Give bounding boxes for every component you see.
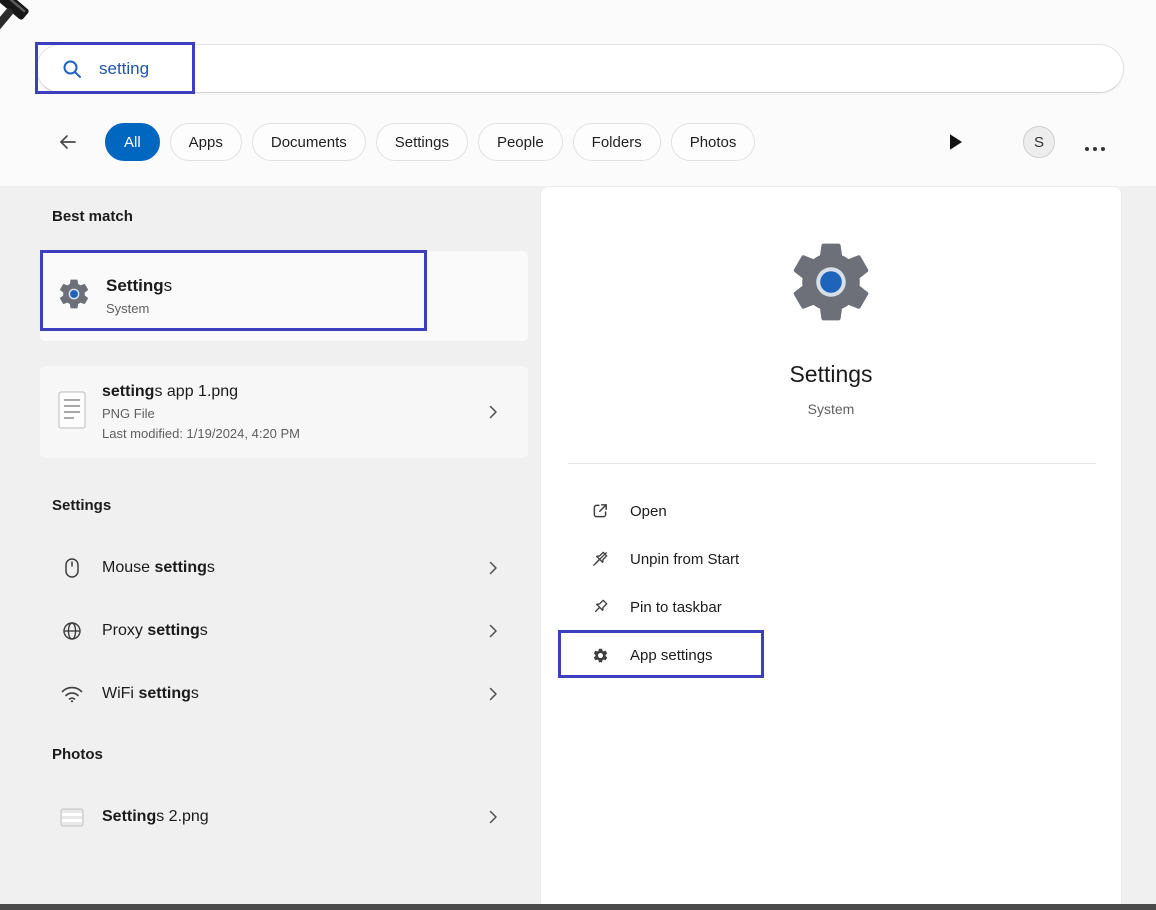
tab-documents[interactable]: Documents [251, 123, 366, 161]
action-label: Open [630, 502, 667, 520]
photos-section-heading: Photos [52, 746, 103, 763]
preview-panel: Settings System Open Unpin from Start Pi… [540, 186, 1122, 904]
result-label: Proxy settings [102, 622, 208, 639]
chevron-right-icon[interactable] [488, 623, 498, 639]
action-unpin-from-start[interactable]: Unpin from Start [569, 535, 1093, 583]
image-file-icon [60, 808, 84, 827]
back-button[interactable] [56, 130, 80, 154]
filter-bar: All Apps Documents Settings People Folde… [0, 120, 1156, 164]
action-open[interactable]: Open [569, 487, 1093, 535]
action-list: Open Unpin from Start Pin to taskbar App… [569, 487, 1093, 679]
result-label: Mouse settings [102, 559, 215, 576]
action-pin-to-taskbar[interactable]: Pin to taskbar [569, 583, 1093, 631]
action-app-settings[interactable]: App settings [569, 631, 1093, 679]
result-label: WiFi settings [102, 685, 199, 702]
search-query-text: setting [99, 58, 150, 78]
mouse-icon [60, 558, 84, 578]
file-result-title: settings app 1.png [102, 383, 239, 400]
search-icon [61, 58, 83, 80]
settings-section-heading: Settings [52, 497, 112, 514]
back-arrow-icon [60, 135, 76, 149]
search-input[interactable]: setting [36, 44, 1124, 93]
wifi-icon [60, 686, 84, 703]
chevron-right-icon[interactable] [488, 686, 498, 702]
result-settings-2-png[interactable]: Settings 2.png [40, 793, 528, 841]
png-file-icon [56, 390, 88, 435]
tab-photos[interactable]: Photos [670, 123, 756, 161]
tab-all[interactable]: All [105, 123, 160, 161]
result-proxy-settings[interactable]: Proxy settings [40, 607, 528, 655]
taskbar-edge [0, 904, 1156, 910]
chevron-right-icon[interactable] [488, 809, 498, 825]
file-modified: Last modified: 1/19/2024, 4:20 PM [102, 426, 301, 441]
search-flyout: setting All Apps Documents Settings Peop… [0, 0, 1156, 910]
best-match-heading: Best match [52, 208, 133, 225]
file-result-settings-app-1[interactable]: settings app 1.png PNG File Last modifie… [40, 366, 528, 458]
result-mouse-settings[interactable]: Mouse settings [40, 544, 528, 592]
divider [568, 463, 1096, 464]
result-wifi-settings[interactable]: WiFi settings [40, 670, 528, 718]
preview-subtitle: System [807, 401, 855, 417]
file-type: PNG File [102, 406, 155, 421]
unpin-icon [589, 550, 611, 568]
tab-settings[interactable]: Settings [375, 123, 468, 161]
gear-icon [589, 647, 611, 664]
best-match-title: Settings [106, 276, 173, 295]
open-icon [589, 502, 611, 520]
globe-icon [60, 621, 84, 641]
action-label: Unpin from Start [630, 550, 740, 568]
pin-icon [589, 598, 611, 616]
tab-folders[interactable]: Folders [572, 123, 661, 161]
settings-app-icon [56, 276, 92, 317]
best-match-result-settings[interactable]: Settings System [40, 251, 528, 341]
preview-title: Settings [789, 361, 873, 387]
chevron-right-icon[interactable] [488, 404, 498, 420]
action-label: App settings [630, 646, 713, 664]
result-label: Settings 2.png [102, 808, 209, 825]
action-label: Pin to taskbar [630, 598, 722, 616]
tab-people[interactable]: People [477, 123, 563, 161]
tab-apps[interactable]: Apps [169, 123, 242, 161]
chevron-right-icon[interactable] [488, 560, 498, 576]
hammer-icon [0, 0, 50, 51]
best-match-subtitle: System [106, 301, 150, 316]
settings-app-icon-large [783, 234, 879, 335]
